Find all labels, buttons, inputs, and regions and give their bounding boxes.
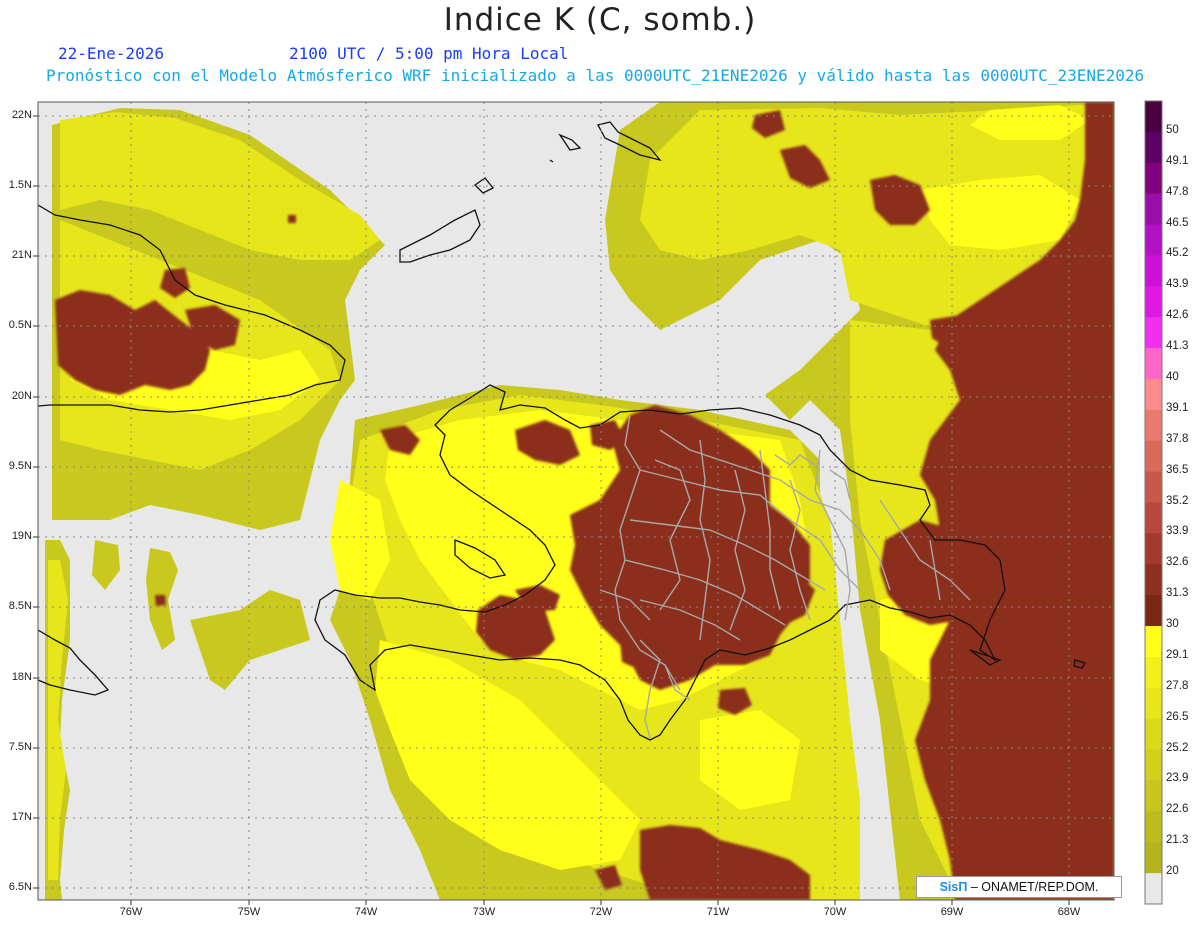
colorbar-label: 31.3 <box>1166 587 1189 600</box>
colorbar-segment <box>1145 718 1162 751</box>
colorbar-segment <box>1145 564 1162 596</box>
colorbar-segment <box>1145 348 1162 380</box>
colorbar-segment <box>1145 626 1162 658</box>
lat-label: 22N <box>11 109 32 121</box>
colorbar-label: 36.5 <box>1166 463 1189 476</box>
colorbar-segment <box>1145 224 1162 256</box>
lon-label: 72W <box>589 906 613 918</box>
lon-label: 74W <box>354 906 378 918</box>
colorbar-segment <box>1145 780 1162 812</box>
colorbar-label: 46.5 <box>1166 216 1189 229</box>
forecast-date: 22-Ene-2026 <box>58 44 164 63</box>
lat-label: 6.5N <box>8 881 32 893</box>
forecast-time: 2100 UTC / 5:00 pm Hora Local <box>289 44 569 63</box>
colorbar-label: 30 <box>1166 618 1179 631</box>
lat-label: 19N <box>11 530 32 542</box>
lon-label: 70W <box>823 906 847 918</box>
lat-label: 17N <box>11 811 32 823</box>
colorbar-label: 50 <box>1166 123 1179 136</box>
credit-box: SisΠ – ONAMET/REP.DOM. <box>916 876 1122 898</box>
colorbar-label: 42.6 <box>1166 309 1189 322</box>
colorbar-label: 22.6 <box>1166 803 1189 816</box>
colorbar-segment <box>1145 656 1162 689</box>
colorbar-label: 26.5 <box>1166 710 1189 723</box>
page-title: Indice K (C, somb.) <box>443 2 757 38</box>
colorbar-segment <box>1145 286 1162 318</box>
colorbar-label: 40 <box>1166 370 1179 383</box>
colorbar-label: 29.1 <box>1166 648 1189 661</box>
colorbar-label: 25.2 <box>1166 741 1189 754</box>
lon-label: 75W <box>237 906 261 918</box>
colorbar-label: 45.2 <box>1166 247 1189 260</box>
colorbar-label: 49.1 <box>1166 154 1189 167</box>
colorbar-segment <box>1145 873 1162 905</box>
lat-label: 18N <box>11 671 32 683</box>
forecast-description: Pronóstico con el Modelo Atmósferico WRF… <box>46 66 1145 85</box>
lat-label: 21N <box>11 249 32 261</box>
colorbar <box>1144 100 1163 905</box>
colorbar-segment <box>1145 533 1162 565</box>
lat-label: 20N <box>11 390 32 402</box>
colorbar-segment <box>1145 317 1162 349</box>
colorbar-segment <box>1145 378 1162 411</box>
lon-label: 76W <box>119 906 143 918</box>
colorbar-segment <box>1145 440 1162 473</box>
colorbar-segment <box>1145 687 1162 720</box>
colorbar-label: 33.9 <box>1166 525 1189 538</box>
colorbar-segment <box>1145 101 1162 133</box>
colorbar-segment <box>1145 193 1162 226</box>
colorbar-label: 27.8 <box>1166 679 1189 692</box>
colorbar-label: 35.2 <box>1166 494 1189 507</box>
colorbar-label: 43.9 <box>1166 278 1189 291</box>
colorbar-label: 37.8 <box>1166 432 1189 445</box>
lat-label: 0.5N <box>8 319 32 331</box>
credit-text: – ONAMET/REP.DOM. <box>967 880 1099 894</box>
lon-label: 69W <box>940 906 964 918</box>
lat-label: 8.5N <box>8 600 32 612</box>
map-plot-area <box>38 102 1114 900</box>
k-index-map <box>33 100 1163 905</box>
lat-label: 1.5N <box>8 179 32 191</box>
lat-label: 7.5N <box>8 741 32 753</box>
colorbar-segment <box>1145 255 1162 287</box>
sispi-logo: SisΠ <box>939 880 968 894</box>
lat-label: 9.5N <box>8 460 32 472</box>
colorbar-segment <box>1145 502 1162 534</box>
colorbar-label: 23.9 <box>1166 772 1189 785</box>
colorbar-segment <box>1145 811 1162 843</box>
colorbar-segment <box>1145 162 1162 195</box>
colorbar-label: 21.3 <box>1166 834 1189 847</box>
colorbar-segment <box>1145 409 1162 442</box>
lon-label: 68W <box>1057 906 1081 918</box>
lon-label: 73W <box>472 906 496 918</box>
colorbar-label: 47.8 <box>1166 185 1189 198</box>
colorbar-segment <box>1145 471 1162 503</box>
colorbar-label: 39.1 <box>1166 401 1189 414</box>
colorbar-segment <box>1145 749 1162 781</box>
colorbar-label: 32.6 <box>1166 556 1189 569</box>
lon-label: 71W <box>706 906 730 918</box>
colorbar-segment <box>1145 595 1162 627</box>
colorbar-label: 41.3 <box>1166 340 1189 353</box>
colorbar-label: 20 <box>1166 865 1179 878</box>
colorbar-segment <box>1145 131 1162 164</box>
colorbar-segment <box>1145 842 1162 874</box>
